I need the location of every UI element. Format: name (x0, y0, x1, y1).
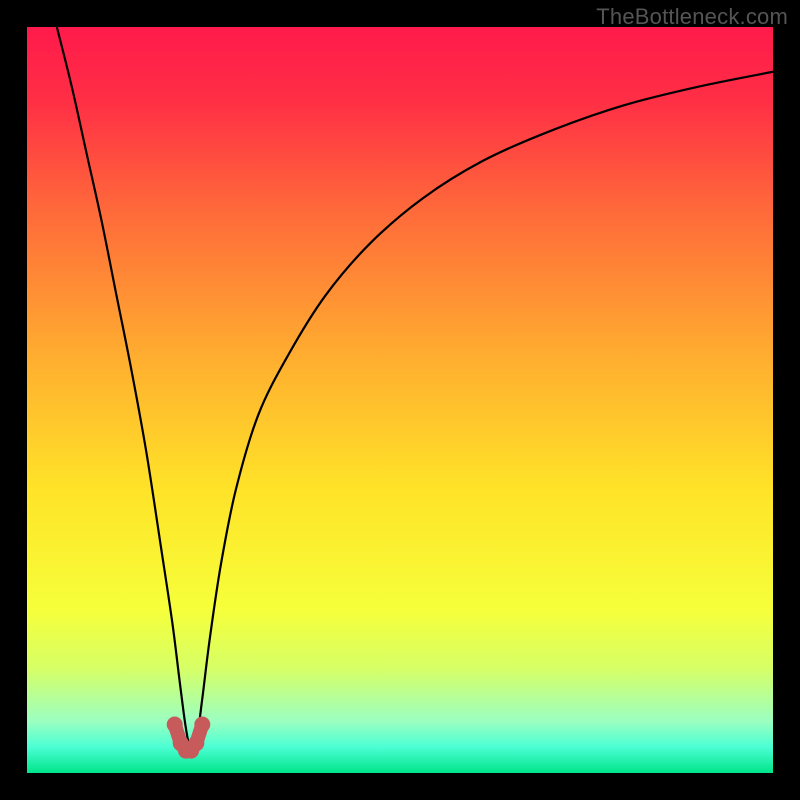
valley-marker-dot (188, 735, 204, 751)
valley-marker-dot (194, 717, 210, 733)
gradient-background (27, 27, 773, 773)
valley-marker-dot (167, 717, 183, 733)
chart-frame: TheBottleneck.com (0, 0, 800, 800)
plot-area (27, 27, 773, 773)
bottleneck-chart (27, 27, 773, 773)
watermark-text: TheBottleneck.com (596, 4, 788, 30)
